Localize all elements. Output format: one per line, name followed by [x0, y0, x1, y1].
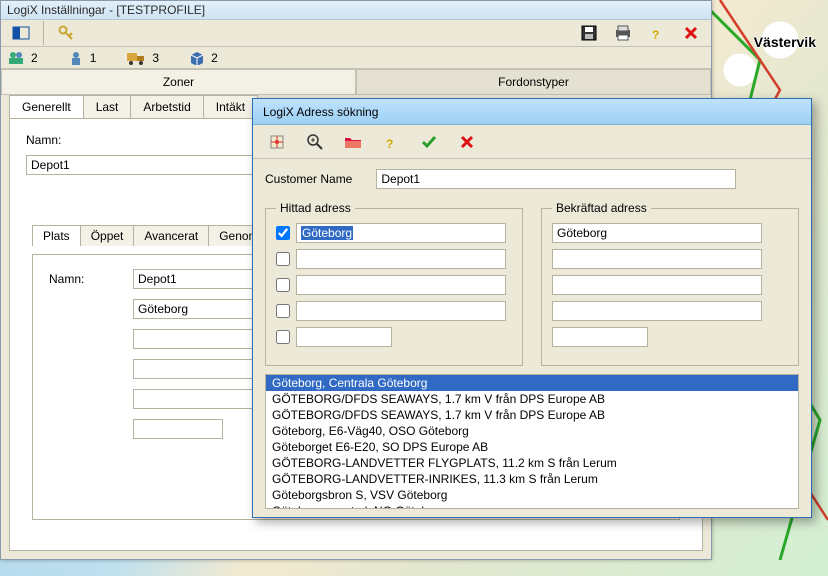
hittad-input-1[interactable]: Göteborg — [296, 223, 506, 243]
result-item[interactable]: Göteborg, Centrala Göteborg — [266, 375, 798, 391]
result-item[interactable]: GÖTEBORG/DFDS SEAWAYS, 1.7 km V från DPS… — [266, 391, 798, 407]
help-button-dialog[interactable]: ? — [377, 129, 405, 155]
close-icon — [460, 135, 474, 149]
tab-zoner[interactable]: Zoner — [1, 69, 356, 94]
hittad-check-3[interactable] — [276, 278, 290, 292]
plats-namn-label: Namn: — [49, 272, 121, 286]
print-button[interactable] — [609, 20, 637, 46]
counter-vehicles-value: 3 — [152, 51, 159, 65]
bekr-input-1[interactable] — [552, 223, 762, 243]
folder-button[interactable] — [339, 129, 367, 155]
hittad-check-5[interactable] — [276, 330, 290, 344]
zoom-in-button[interactable] — [301, 129, 329, 155]
hittad-check-1[interactable] — [276, 226, 290, 240]
map-marker-icon — [269, 134, 285, 150]
counter-packages[interactable]: 2 — [189, 51, 218, 65]
map-city-label: Västervik — [754, 34, 816, 50]
bekr-input-5[interactable] — [552, 327, 648, 347]
counter-users-value: 1 — [90, 51, 97, 65]
zoom-in-icon — [307, 134, 323, 150]
truck-icon — [126, 51, 146, 65]
plats-address-input-5[interactable] — [133, 419, 223, 439]
subtab-generellt[interactable]: Generellt — [9, 95, 84, 118]
dialog-title: LogiX Adress sökning — [263, 105, 378, 119]
result-item[interactable]: GÖTEBORG-LANDVETTER-INRIKES, 11.3 km S f… — [266, 471, 798, 487]
svg-text:?: ? — [386, 137, 393, 150]
counter-vehicles[interactable]: 3 — [126, 51, 159, 65]
people-icon — [7, 50, 25, 66]
result-item[interactable]: Göteborgs central, NO Göteborg — [266, 503, 798, 509]
hittad-check-4[interactable] — [276, 304, 290, 318]
tab-fordonstyper[interactable]: Fordonstyper — [356, 69, 711, 94]
customer-name-input[interactable] — [376, 169, 736, 189]
dialog-titlebar[interactable]: LogiX Adress sökning — [253, 99, 811, 125]
namn-label: Namn: — [26, 133, 98, 147]
box-icon — [189, 51, 205, 65]
separator — [43, 21, 44, 45]
toolbar-counters: 2 1 3 2 — [1, 47, 711, 69]
counter-users[interactable]: 1 — [68, 50, 97, 66]
window-title: LogiX Inställningar - [TESTPROFILE] — [7, 3, 205, 17]
bekr-legend: Bekräftad adress — [552, 201, 651, 215]
result-item[interactable]: GÖTEBORG/DFDS SEAWAYS, 1.7 km V från DPS… — [266, 407, 798, 423]
bekr-input-4[interactable] — [552, 301, 762, 321]
hittad-input-4[interactable] — [296, 301, 506, 321]
key-button[interactable] — [52, 20, 80, 46]
customer-name-label: Customer Name — [265, 172, 352, 186]
bekr-input-2[interactable] — [552, 249, 762, 269]
bekr-input-3[interactable] — [552, 275, 762, 295]
subtab-arbetstid[interactable]: Arbetstid — [130, 95, 203, 118]
counter-zones[interactable]: 2 — [7, 50, 38, 66]
bekraftad-adress-group: Bekräftad adress — [541, 201, 799, 366]
map-marker-button[interactable] — [263, 129, 291, 155]
hittad-check-2[interactable] — [276, 252, 290, 266]
top-segment-tabs: Zoner Fordonstyper — [1, 69, 711, 95]
confirm-button[interactable] — [415, 129, 443, 155]
counter-zones-value: 2 — [31, 51, 38, 65]
help-icon: ? — [383, 134, 399, 150]
check-icon — [421, 134, 437, 150]
counter-packages-value: 2 — [211, 51, 218, 65]
subtab-last[interactable]: Last — [83, 95, 132, 118]
result-item[interactable]: GÖTEBORG-LANDVETTER FLYGPLATS, 11.2 km S… — [266, 455, 798, 471]
results-list[interactable]: Göteborg, Centrala GöteborgGÖTEBORG/DFDS… — [265, 374, 799, 509]
result-item[interactable]: Göteborget E6-E20, SO DPS Europe AB — [266, 439, 798, 455]
person-icon — [68, 50, 84, 66]
delete-button[interactable] — [677, 20, 705, 46]
inner-tab-avancerat[interactable]: Avancerat — [133, 225, 209, 246]
dialog-toolbar: ? — [253, 125, 811, 159]
hittad-legend: Hittad adress — [276, 201, 355, 215]
subtab-intakt[interactable]: Intäkt — [203, 95, 258, 118]
hittad-input-2[interactable] — [296, 249, 506, 269]
inner-tab-plats[interactable]: Plats — [32, 225, 81, 246]
inner-tab-oppet[interactable]: Öppet — [80, 225, 135, 246]
cancel-button[interactable] — [453, 129, 481, 155]
help-button[interactable]: ? — [643, 20, 671, 46]
folder-icon — [344, 135, 362, 149]
save-button[interactable] — [575, 20, 603, 46]
window-titlebar[interactable]: LogiX Inställningar - [TESTPROFILE] — [1, 1, 711, 20]
dialog-body: Customer Name Hittad adress Göteborg Bek… — [253, 159, 811, 517]
hittad-input-3[interactable] — [296, 275, 506, 295]
result-item[interactable]: Göteborgsbron S, VSV Göteborg — [266, 487, 798, 503]
hittad-input-5[interactable] — [296, 327, 392, 347]
hittad-adress-group: Hittad adress Göteborg — [265, 201, 523, 366]
toolbar-primary: ? — [1, 20, 711, 47]
address-search-dialog: LogiX Adress sökning ? Customer Name Hit… — [252, 98, 812, 518]
result-item[interactable]: Göteborg, E6-Väg40, OSO Göteborg — [266, 423, 798, 439]
window-toggle-button[interactable] — [7, 20, 35, 46]
svg-text:?: ? — [652, 28, 659, 41]
